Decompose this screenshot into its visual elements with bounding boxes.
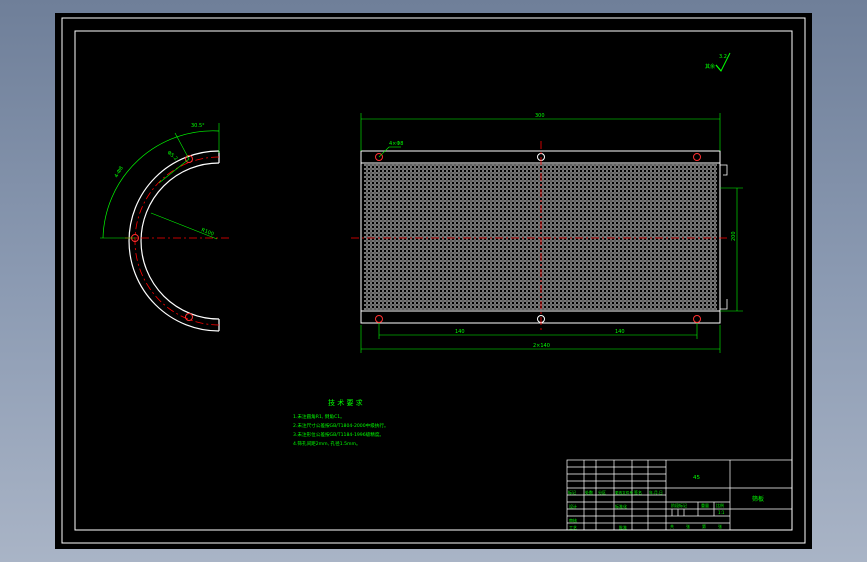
side-radius-dim: R100	[200, 227, 214, 237]
plate-right-spacing: 140	[615, 329, 625, 335]
tb-row-label-0: 标记	[568, 489, 576, 495]
notes-line-1: 1.未注圆角R1, 倒角C1。	[293, 413, 345, 420]
plate-hole-bl	[375, 315, 383, 323]
tb-weight: 重量	[701, 502, 709, 508]
plate-total-dim: 2×140	[533, 343, 550, 349]
tb-row-label-5: 年.月.日	[649, 490, 663, 495]
notes-title: 技 术 要 求	[328, 398, 363, 407]
cad-viewport[interactable]: 3.2 其余 30.5° Φ5.2 4-Φ8 R100 300 4×Φ8 200…	[55, 13, 812, 549]
tb-craft: 工艺	[569, 525, 577, 530]
tb-reviewer: 审核	[569, 517, 577, 523]
tb-part-name: 筛板	[752, 495, 764, 503]
tb-row-label-1: 处数	[585, 489, 593, 495]
tb-row-label-4: 签名	[634, 489, 642, 495]
tb-scale-value: 1:1	[718, 510, 725, 515]
technical-notes: 技 术 要 求 1.未注圆角R1, 倒角C1。 2.未注尺寸公差按GB/T180…	[293, 398, 389, 447]
front-view: 300 4×Φ8 200 140 140 2×140	[351, 113, 743, 353]
side-dim-arc	[102, 130, 220, 239]
side-view: 30.5° Φ5.2 4-Φ8 R100	[100, 123, 231, 332]
tb-sheet-0: 共	[670, 523, 674, 529]
notes-line-3: 3.未注形位公差按GB/T1184-1996级精度。	[293, 431, 384, 438]
tb-row-label-3: 更改文件号	[615, 490, 633, 495]
plate-left-spacing: 140	[455, 329, 465, 335]
side-inner-arc	[140, 162, 220, 320]
tb-sheet-3: 张	[718, 523, 722, 529]
plate-hole-br	[693, 315, 701, 323]
side-angle-dim: 30.5°	[191, 123, 205, 129]
side-hole-bot	[185, 313, 193, 321]
notes-line-4: 4.筛孔间距2mm, 孔径1.5mm。	[293, 440, 361, 447]
tb-designer: 设计	[569, 503, 577, 509]
plate-width-dim: 300	[535, 113, 545, 119]
tb-approve: 批准	[619, 524, 627, 530]
tb-row-label-2: 分区	[598, 489, 606, 495]
tb-material: 45	[693, 475, 700, 481]
roughness-value: 3.2	[719, 54, 727, 60]
plate-height-dim: 200	[731, 231, 737, 241]
notes-line-2: 2.未注尺寸公差按GB/T1804-2000中级执行。	[293, 422, 389, 429]
tb-sheet-1: 张	[686, 523, 690, 529]
drawing-sheet: 3.2 其余 30.5° Φ5.2 4-Φ8 R100 300 4×Φ8 200…	[61, 17, 806, 544]
tb-stage: 阶段标记	[671, 502, 687, 508]
tb-standard: 标准化	[615, 503, 627, 509]
perforated-area	[364, 164, 717, 310]
tb-sheet-2: 第	[702, 523, 706, 529]
plate-hole-tr	[693, 153, 701, 161]
side-arc-dim: Φ5.2	[166, 150, 179, 162]
side-center-arc	[134, 156, 220, 326]
roughness-symbol: 3.2 其余	[705, 52, 731, 72]
plate-hole-spec: 4×Φ8	[389, 141, 404, 147]
title-block	[566, 459, 793, 531]
tb-scale-label: 比例	[716, 502, 724, 508]
roughness-prefix: 其余	[705, 63, 715, 70]
